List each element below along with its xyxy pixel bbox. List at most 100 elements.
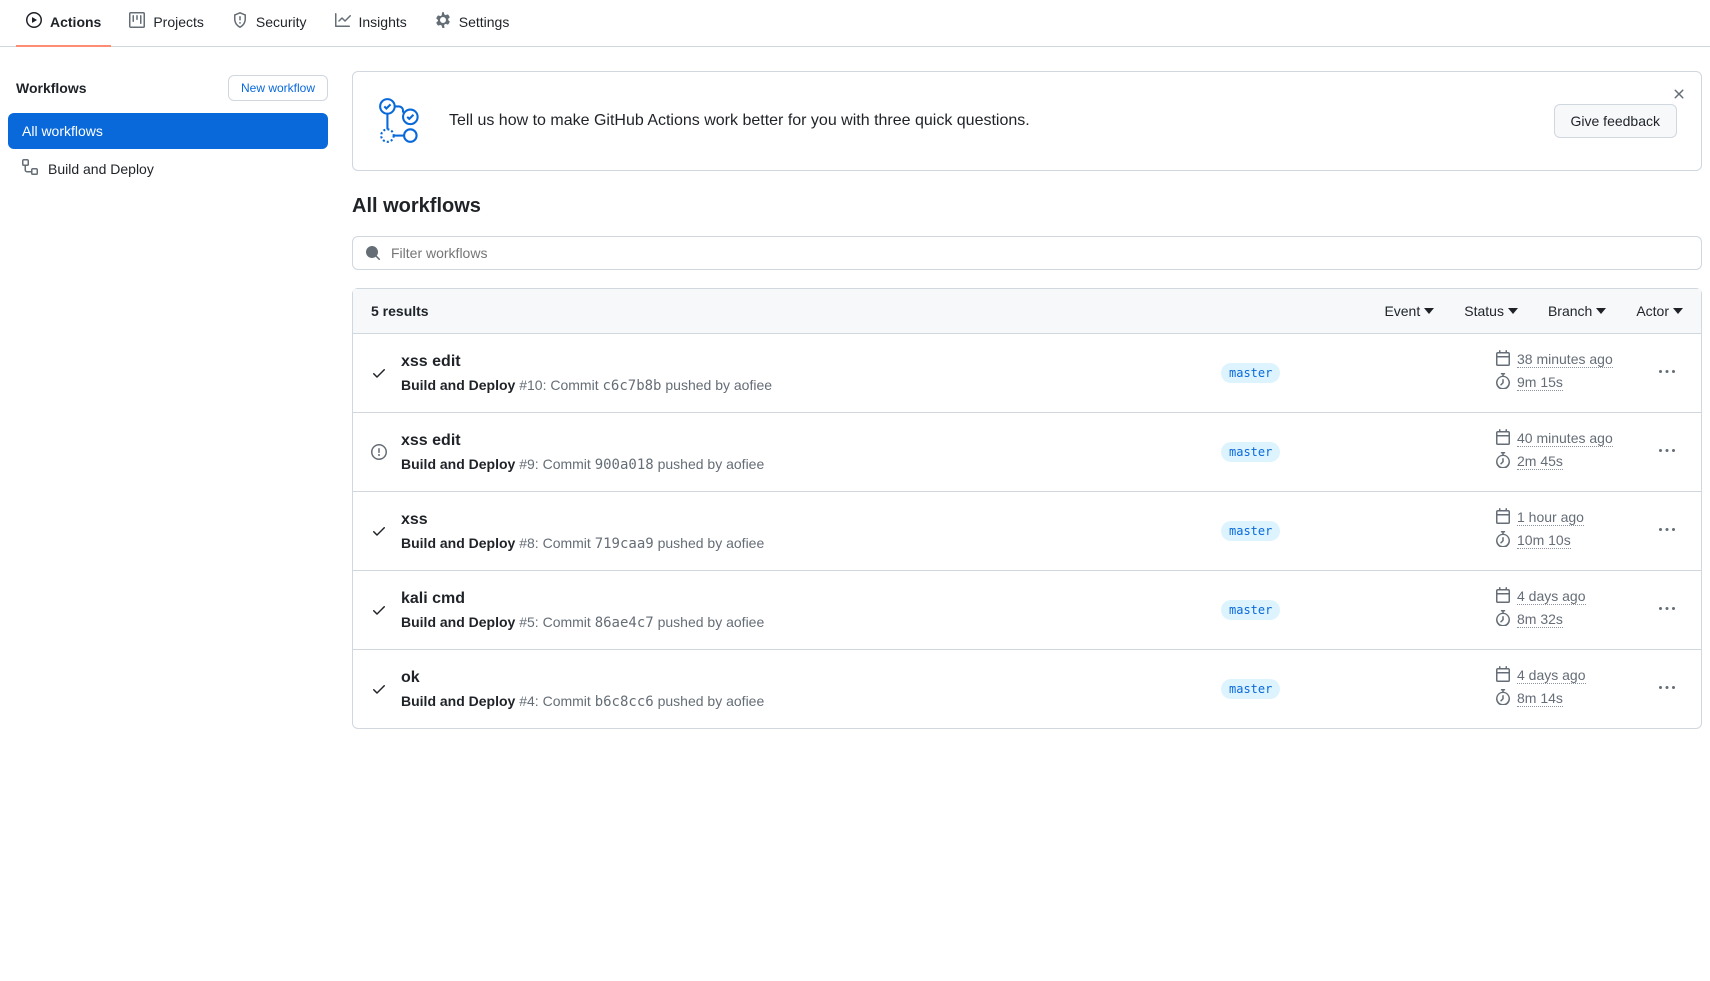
branch-label[interactable]: master (1221, 363, 1280, 383)
tab-projects[interactable]: Projects (119, 0, 214, 47)
workflow-run-row[interactable]: ok Build and Deploy #4: Commit b6c8cc6 p… (353, 650, 1701, 728)
run-menu-button[interactable] (1659, 601, 1683, 620)
project-icon (129, 12, 145, 31)
calendar-icon (1495, 508, 1511, 527)
filter-input[interactable] (391, 245, 1689, 261)
run-time: 4 days ago (1517, 588, 1586, 605)
new-workflow-button[interactable]: New workflow (228, 75, 328, 101)
graph-icon (335, 12, 351, 31)
shield-icon (232, 12, 248, 31)
run-subtitle: Build and Deploy #4: Commit b6c8cc6 push… (401, 693, 1207, 710)
tab-insights[interactable]: Insights (325, 0, 417, 47)
sidebar-item-build-and-deploy[interactable]: Build and Deploy (8, 149, 328, 188)
run-title[interactable]: ok (401, 669, 1207, 687)
run-menu-button[interactable] (1659, 522, 1683, 541)
run-duration: 8m 32s (1517, 611, 1563, 628)
gear-icon (435, 12, 451, 31)
tab-label: Insights (359, 14, 407, 30)
run-duration: 9m 15s (1517, 374, 1563, 391)
branch-label[interactable]: master (1221, 679, 1280, 699)
filter-label: Status (1464, 303, 1504, 319)
close-icon (1671, 86, 1687, 102)
run-subtitle: Build and Deploy #9: Commit 900a018 push… (401, 456, 1207, 473)
sidebar-title: Workflows (16, 80, 87, 96)
caret-down-icon (1508, 303, 1518, 319)
branch-column: master (1221, 521, 1481, 541)
run-subtitle: Build and Deploy #8: Commit 719caa9 push… (401, 535, 1207, 552)
filter-label: Event (1384, 303, 1420, 319)
calendar-icon (1495, 587, 1511, 606)
play-circle-icon (26, 12, 42, 31)
tab-label: Settings (459, 14, 510, 30)
give-feedback-button[interactable]: Give feedback (1554, 104, 1678, 138)
run-menu-button[interactable] (1659, 364, 1683, 383)
time-column: 4 days ago 8m 32s (1495, 587, 1645, 633)
sidebar-item-all-workflows[interactable]: All workflows (8, 113, 328, 149)
branch-label[interactable]: master (1221, 521, 1280, 541)
caret-down-icon (1596, 303, 1606, 319)
run-title[interactable]: kali cmd (401, 590, 1207, 608)
workflow-run-row[interactable]: xss edit Build and Deploy #10: Commit c6… (353, 334, 1701, 413)
time-column: 1 hour ago 10m 10s (1495, 508, 1645, 554)
run-info: xss edit Build and Deploy #10: Commit c6… (401, 353, 1207, 394)
branch-label[interactable]: master (1221, 600, 1280, 620)
branch-column: master (1221, 363, 1481, 383)
sidebar-item-label: Build and Deploy (48, 161, 154, 177)
search-icon (365, 245, 381, 261)
workflow-run-row[interactable]: kali cmd Build and Deploy #5: Commit 86a… (353, 571, 1701, 650)
stopwatch-icon (1495, 689, 1511, 708)
results-header: 5 results Event Status Branch Actor (353, 289, 1701, 334)
run-time: 1 hour ago (1517, 509, 1584, 526)
workflow-illustration-icon (377, 96, 427, 146)
filter-status[interactable]: Status (1464, 303, 1518, 319)
stopwatch-icon (1495, 373, 1511, 392)
filter-label: Actor (1636, 303, 1669, 319)
stopwatch-icon (1495, 610, 1511, 629)
tab-settings[interactable]: Settings (425, 0, 520, 47)
caret-down-icon (1424, 303, 1434, 319)
sidebar-item-label: All workflows (22, 123, 103, 139)
filter-actor[interactable]: Actor (1636, 303, 1683, 319)
workflows-sidebar: Workflows New workflow All workflows Buil… (8, 71, 328, 729)
calendar-icon (1495, 350, 1511, 369)
check-icon (371, 521, 387, 542)
check-icon (371, 600, 387, 621)
calendar-icon (1495, 666, 1511, 685)
repo-tabs: ActionsProjectsSecurity Insights Settings (0, 0, 1710, 47)
check-icon (371, 363, 387, 384)
workflow-run-row[interactable]: xss Build and Deploy #8: Commit 719caa9 … (353, 492, 1701, 571)
run-info: ok Build and Deploy #4: Commit b6c8cc6 p… (401, 669, 1207, 710)
caret-down-icon (1673, 303, 1683, 319)
run-info: kali cmd Build and Deploy #5: Commit 86a… (401, 590, 1207, 631)
run-duration: 2m 45s (1517, 453, 1563, 470)
stopwatch-icon (1495, 531, 1511, 550)
filter-event[interactable]: Event (1384, 303, 1434, 319)
run-duration: 8m 14s (1517, 690, 1563, 707)
run-info: xss edit Build and Deploy #9: Commit 900… (401, 432, 1207, 473)
run-title[interactable]: xss (401, 511, 1207, 529)
results-list: 5 results Event Status Branch Actor xss edi… (352, 288, 1702, 729)
branch-column: master (1221, 679, 1481, 699)
run-title[interactable]: xss edit (401, 353, 1207, 371)
results-count: 5 results (371, 303, 1354, 319)
filter-branch[interactable]: Branch (1548, 303, 1606, 319)
filter-search-box[interactable] (352, 236, 1702, 270)
time-column: 38 minutes ago 9m 15s (1495, 350, 1645, 396)
main-content: Tell us how to make GitHub Actions work … (352, 71, 1702, 729)
run-time: 4 days ago (1517, 667, 1586, 684)
run-menu-button[interactable] (1659, 443, 1683, 462)
filter-label: Branch (1548, 303, 1592, 319)
feedback-text: Tell us how to make GitHub Actions work … (449, 112, 1532, 130)
tab-actions[interactable]: Actions (16, 0, 111, 47)
run-time: 38 minutes ago (1517, 351, 1613, 368)
run-title[interactable]: xss edit (401, 432, 1207, 450)
run-menu-button[interactable] (1659, 680, 1683, 699)
run-duration: 10m 10s (1517, 532, 1571, 549)
calendar-icon (1495, 429, 1511, 448)
run-subtitle: Build and Deploy #5: Commit 86ae4c7 push… (401, 614, 1207, 631)
workflow-run-row[interactable]: xss edit Build and Deploy #9: Commit 900… (353, 413, 1701, 492)
branch-label[interactable]: master (1221, 442, 1280, 462)
tab-security[interactable]: Security (222, 0, 317, 47)
branch-column: master (1221, 442, 1481, 462)
close-banner-button[interactable] (1671, 86, 1687, 107)
